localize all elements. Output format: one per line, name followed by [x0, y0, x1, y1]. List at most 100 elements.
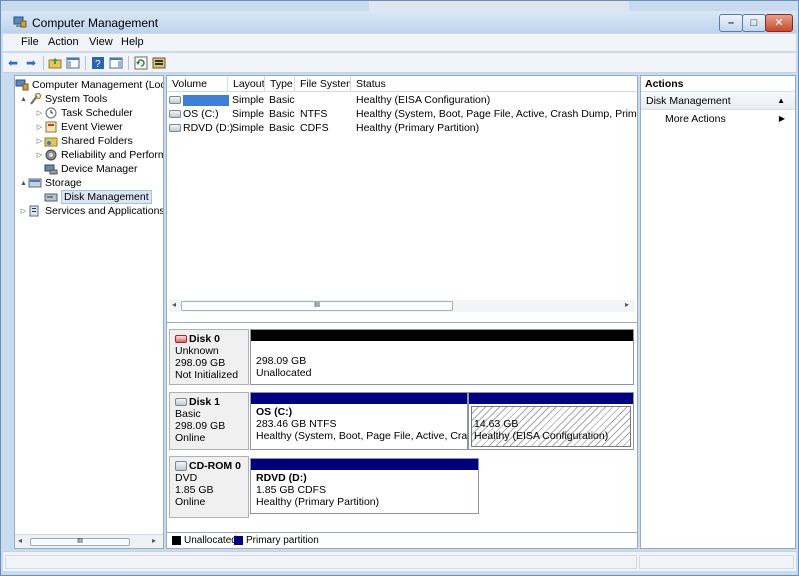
more-actions-item[interactable]: More Actions ▶: [641, 110, 795, 128]
tree-item-label: Task Scheduler: [61, 107, 133, 119]
scroll-thumb[interactable]: III: [30, 538, 130, 546]
scroll-thumb[interactable]: III: [181, 301, 453, 311]
volume-row[interactable]: RDVD (D:) Simple Basic CDFS Healthy (Pri…: [167, 121, 637, 135]
properties-icon[interactable]: [151, 55, 167, 71]
volume-name: OS (C:): [183, 108, 219, 120]
tree-item-label: Shared Folders: [61, 135, 133, 147]
cdrom-0-label[interactable]: CD-ROM 0 DVD 1.85 GB Online: [169, 456, 249, 518]
partition-eisa[interactable]: 14.63 GB Healthy (EISA Configuration): [468, 392, 634, 450]
menu-view[interactable]: View: [89, 36, 113, 48]
actions-pane: Actions Disk Management ▲ More Actions ▶: [640, 75, 796, 549]
show-hide-tree-icon[interactable]: [65, 55, 81, 71]
column-header-volume[interactable]: Volume: [167, 76, 228, 92]
toolbar-separator: [85, 56, 86, 70]
disk-kind: DVD: [175, 472, 198, 484]
scroll-right-arrow-icon[interactable]: ▸: [152, 536, 156, 545]
column-header-type[interactable]: Type: [265, 76, 295, 92]
expander-icon[interactable]: ▷: [35, 151, 44, 159]
disk-size: 1.85 GB: [175, 484, 214, 496]
more-actions-label: More Actions: [665, 113, 726, 125]
partition-title: [256, 343, 633, 355]
partition-rdvd-d[interactable]: RDVD (D:) 1.85 GB CDFS Healthy (Primary …: [250, 458, 479, 514]
partition-size: 298.09 GB: [256, 355, 307, 367]
show-hide-action-pane-icon[interactable]: [108, 55, 124, 71]
title-bar[interactable]: Computer Management – □ ✕: [1, 11, 798, 33]
volume-row[interactable]: OS (C:) Simple Basic NTFS Healthy (Syste…: [167, 107, 637, 121]
help-icon[interactable]: ?: [90, 55, 106, 71]
forward-arrow-icon[interactable]: ➡: [23, 55, 39, 71]
toolbar: ⬅ ➡ ?: [3, 53, 796, 73]
maximize-icon: □: [750, 17, 758, 29]
menu-action[interactable]: Action: [48, 36, 79, 48]
layout-cell: Simple: [232, 122, 265, 134]
tree-item-disk-management[interactable]: Disk Management: [44, 190, 152, 204]
partition-title: RDVD (D:): [256, 472, 307, 484]
partition-title: [474, 406, 633, 418]
tree-item-shared-folders[interactable]: ▷ Shared Folders: [35, 134, 133, 148]
maximize-button[interactable]: □: [742, 14, 766, 32]
scroll-left-arrow-icon[interactable]: ◂: [18, 536, 22, 545]
tree-item-computer-management[interactable]: Computer Management (Local: [15, 78, 163, 92]
tree-item-event-viewer[interactable]: ▷ Event Viewer: [35, 120, 123, 134]
close-button[interactable]: ✕: [765, 14, 793, 32]
expander-icon[interactable]: ▷: [35, 123, 44, 131]
menu-help[interactable]: Help: [121, 36, 144, 48]
console-tree-pane: Computer Management (Local ▲ System Tool…: [14, 75, 164, 549]
expander-icon[interactable]: ▷: [19, 207, 28, 215]
hard-disk-icon: [175, 398, 187, 406]
svg-text:?: ?: [95, 59, 101, 70]
tree-item-reliability-performance[interactable]: ▷ Reliability and Performa: [35, 148, 164, 162]
actions-header: Actions: [641, 76, 795, 92]
partition-unallocated[interactable]: 298.09 GB Unallocated: [250, 329, 634, 385]
disk-state: Online: [175, 432, 206, 444]
collapse-icon[interactable]: ▲: [777, 92, 785, 110]
back-arrow-icon[interactable]: ⬅: [5, 55, 21, 71]
disk-0-label[interactable]: Disk 0 Unknown 298.09 GB Not Initialized: [169, 329, 249, 385]
volume-icon: [169, 96, 181, 105]
layout-cell: Simple: [232, 108, 265, 120]
minimize-button[interactable]: –: [719, 14, 743, 32]
expander-icon[interactable]: ▷: [35, 109, 44, 117]
volume-name: RDVD (D:): [183, 122, 234, 134]
tree-item-system-tools[interactable]: ▲ System Tools: [19, 92, 107, 106]
expander-icon[interactable]: ▲: [19, 96, 28, 103]
partition-status: Healthy (Primary Partition): [256, 496, 380, 508]
tree-item-label: Device Manager: [61, 163, 138, 175]
tree-item-services-applications[interactable]: ▷ Services and Applications: [19, 204, 163, 218]
column-header-file-system[interactable]: File System: [295, 76, 351, 92]
cd-drive-icon: [169, 124, 181, 133]
disk-kind: Basic: [175, 408, 201, 420]
legend-swatch-unallocated: [172, 536, 181, 545]
column-header-layout[interactable]: Layout: [228, 76, 265, 92]
partition-size: 283.46 GB NTFS: [256, 418, 337, 430]
refresh-icon[interactable]: [133, 55, 149, 71]
disk-name-text: Disk 1: [189, 396, 220, 408]
actions-section-disk-management[interactable]: Disk Management ▲: [641, 92, 795, 110]
menu-file[interactable]: File: [21, 36, 39, 48]
disk-state: Not Initialized: [175, 369, 239, 381]
scroll-right-arrow-icon[interactable]: ▸: [625, 300, 629, 309]
device-manager-icon: [44, 163, 58, 175]
up-folder-icon[interactable]: [47, 55, 63, 71]
performance-icon: [44, 149, 58, 161]
partition-size: 14.63 GB: [474, 418, 519, 430]
expander-icon[interactable]: ▲: [19, 180, 28, 187]
disk-1-label[interactable]: Disk 1 Basic 298.09 GB Online: [169, 392, 249, 450]
column-header-status[interactable]: Status: [351, 76, 637, 92]
tree-item-storage[interactable]: ▲ Storage: [19, 176, 82, 190]
tools-icon: [28, 92, 42, 105]
volume-row[interactable]: Simple Basic Healthy (EISA Configuration…: [167, 93, 637, 107]
tree-item-device-manager[interactable]: Device Manager: [44, 162, 137, 176]
hard-disk-icon: [175, 335, 187, 343]
scroll-left-arrow-icon[interactable]: ◂: [172, 300, 176, 309]
clock-icon: [44, 107, 58, 119]
volume-list-horizontal-scrollbar[interactable]: ◂ III ▸: [169, 300, 635, 312]
partition-os-c[interactable]: OS (C:) 283.46 GB NTFS Healthy (System, …: [250, 392, 468, 450]
disk-size: 298.09 GB: [175, 357, 226, 369]
partition-bar: [251, 459, 478, 470]
volume-cell: OS (C:): [169, 108, 219, 120]
tree-item-task-scheduler[interactable]: ▷ Task Scheduler: [35, 106, 133, 120]
tree-item-label: Reliability and Performa: [61, 149, 164, 161]
expander-icon[interactable]: ▷: [35, 137, 44, 145]
tree-horizontal-scrollbar[interactable]: ◂ III ▸: [15, 534, 163, 548]
